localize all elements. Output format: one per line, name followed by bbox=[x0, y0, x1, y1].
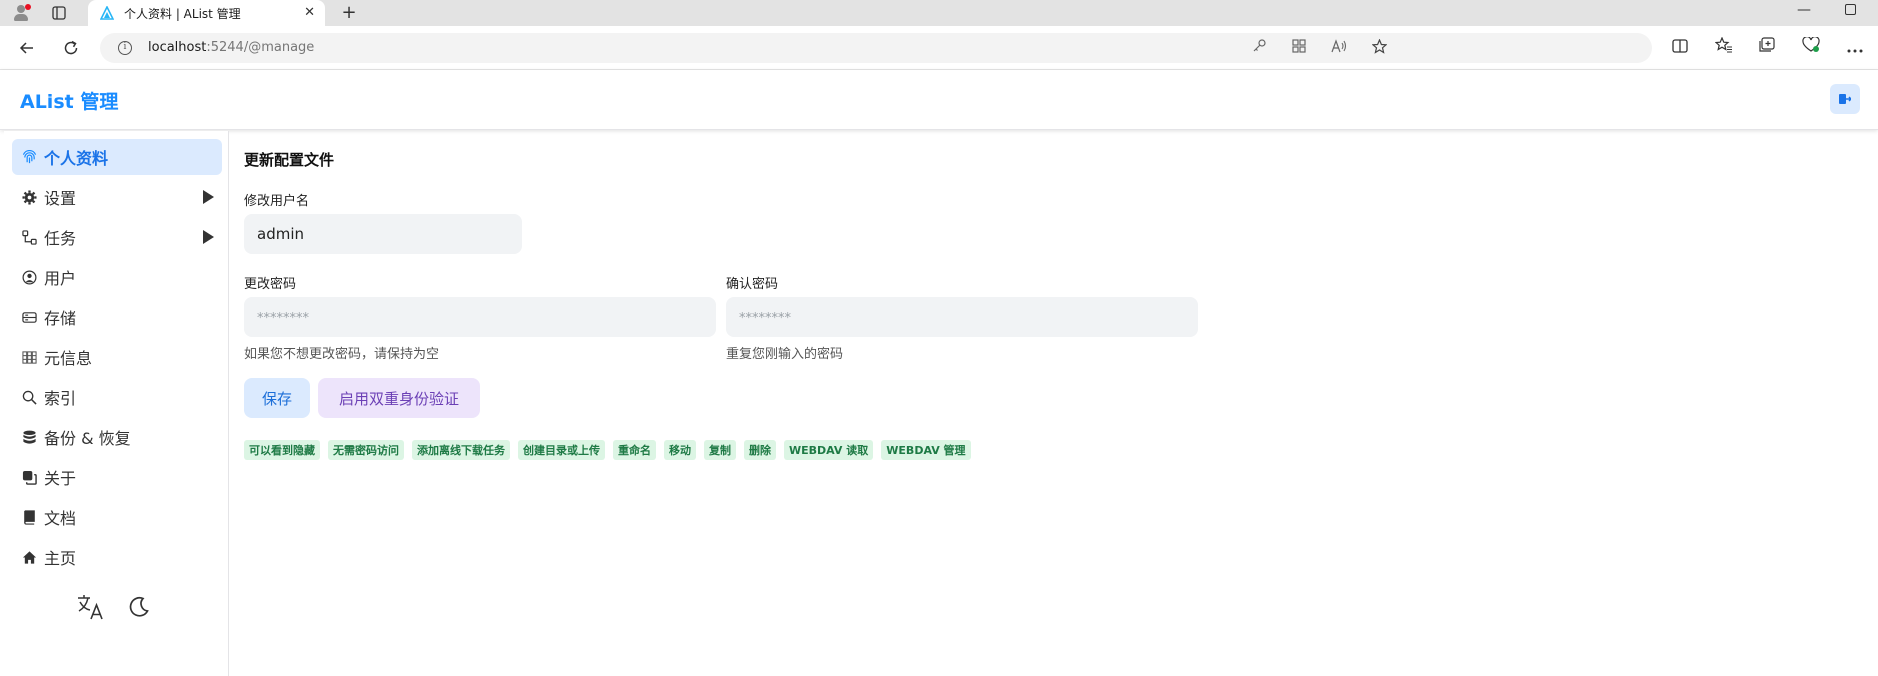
permission-tag: 创建目录或上传 bbox=[518, 440, 605, 460]
confirm-password-hint: 重复您刚输入的密码 bbox=[726, 347, 844, 362]
more-menu-icon[interactable] bbox=[1844, 37, 1866, 59]
password-input[interactable] bbox=[244, 297, 716, 337]
password-label: 更改密码 bbox=[244, 277, 297, 292]
database-icon bbox=[20, 428, 38, 446]
back-icon[interactable] bbox=[16, 37, 38, 59]
new-tab-button[interactable]: + bbox=[340, 4, 358, 22]
confirm-password-label: 确认密码 bbox=[726, 277, 779, 292]
permission-tag: 移动 bbox=[664, 440, 696, 460]
sidebar-item-backup-restore[interactable]: 备份 & 恢复 bbox=[12, 419, 222, 455]
tasks-icon bbox=[20, 228, 38, 246]
url-text[interactable]: localhost:5244/@manage bbox=[148, 40, 314, 55]
page-title: 更新配置文件 bbox=[244, 151, 335, 169]
sidebar-item-tasks[interactable]: 任务 bbox=[12, 219, 222, 255]
tab-close-icon[interactable]: ✕ bbox=[304, 6, 315, 20]
sidebar-item-label: 设置 bbox=[44, 189, 77, 208]
key-icon[interactable] bbox=[1250, 39, 1268, 57]
app-brand-title[interactable]: AList 管理 bbox=[20, 87, 118, 114]
permission-tag: WEBDAV 管理 bbox=[881, 440, 971, 460]
username-label: 修改用户名 bbox=[244, 194, 310, 209]
window-minimize-button[interactable]: — bbox=[1797, 2, 1811, 18]
app-header: AList 管理 bbox=[0, 70, 1878, 130]
browser-address-bar: i localhost:5244/@manage bbox=[0, 26, 1878, 70]
expand-caret-icon[interactable] bbox=[203, 190, 214, 204]
tab-actions-icon[interactable] bbox=[50, 4, 68, 22]
home-icon bbox=[20, 548, 38, 566]
enable-2fa-button[interactable]: 启用双重身份验证 bbox=[318, 378, 480, 418]
sidebar-item-label: 主页 bbox=[44, 549, 77, 568]
sidebar-footer bbox=[76, 592, 176, 622]
permission-tags: 可以看到隐藏 无需密码访问 添加离线下载任务 创建目录或上传 重命名 移动 复制… bbox=[244, 440, 971, 460]
profile-icon[interactable] bbox=[12, 4, 31, 22]
storage-icon bbox=[20, 308, 38, 326]
sidebar-item-storage[interactable]: 存储 bbox=[12, 299, 222, 335]
alist-logo-icon bbox=[100, 6, 114, 20]
sidebar: 个人资料 设置 任务 用户 存储 元信息 索引 备份 & 恢复 关于 文档 主页 bbox=[4, 131, 229, 676]
permission-tag: 删除 bbox=[744, 440, 776, 460]
permission-tag: 可以看到隐藏 bbox=[244, 440, 320, 460]
metadata-icon bbox=[20, 348, 38, 366]
sidebar-item-settings[interactable]: 设置 bbox=[12, 179, 222, 215]
sidebar-item-index[interactable]: 索引 bbox=[12, 379, 222, 415]
book-icon bbox=[20, 508, 38, 526]
password-hint: 如果您不想更改密码，请保持为空 bbox=[244, 347, 440, 362]
sidebar-item-label: 元信息 bbox=[44, 349, 93, 368]
window-maximize-button[interactable] bbox=[1845, 4, 1856, 15]
favorites-icon[interactable] bbox=[1713, 36, 1735, 59]
sidebar-item-label: 个人资料 bbox=[44, 149, 109, 168]
site-info-icon[interactable]: i bbox=[118, 41, 132, 55]
permission-tag: 无需密码访问 bbox=[328, 440, 404, 460]
permission-tag: WEBDAV 读取 bbox=[784, 440, 874, 460]
favorite-star-icon[interactable] bbox=[1370, 38, 1388, 57]
sidebar-item-docs[interactable]: 文档 bbox=[12, 499, 222, 535]
browser-tab-bar: 个人资料 | AList 管理 ✕ + — bbox=[0, 0, 1878, 26]
collections-icon[interactable] bbox=[1756, 37, 1778, 59]
translate-icon[interactable] bbox=[76, 592, 106, 622]
logout-button[interactable] bbox=[1830, 84, 1860, 114]
logout-icon bbox=[1839, 94, 1851, 104]
gear-icon bbox=[20, 188, 38, 206]
sidebar-item-label: 备份 & 恢复 bbox=[44, 429, 131, 448]
copy-icon bbox=[20, 468, 38, 486]
sidebar-item-label: 存储 bbox=[44, 309, 77, 328]
moon-icon[interactable] bbox=[124, 592, 154, 622]
browser-essentials-icon[interactable] bbox=[1800, 36, 1822, 59]
sidebar-item-label: 用户 bbox=[44, 269, 77, 288]
split-screen-icon[interactable] bbox=[1669, 37, 1691, 59]
fingerprint-icon bbox=[20, 148, 38, 166]
reload-icon[interactable] bbox=[60, 37, 82, 59]
permission-tag: 重命名 bbox=[613, 440, 656, 460]
browser-tab-active[interactable]: 个人资料 | AList 管理 ✕ bbox=[88, 0, 325, 26]
apps-icon[interactable] bbox=[1290, 39, 1308, 57]
permission-tag: 添加离线下载任务 bbox=[412, 440, 510, 460]
read-aloud-icon[interactable] bbox=[1330, 39, 1348, 57]
expand-caret-icon[interactable] bbox=[203, 230, 214, 244]
url-bar[interactable]: i localhost:5244/@manage bbox=[100, 33, 1652, 63]
sidebar-item-users[interactable]: 用户 bbox=[12, 259, 222, 295]
search-icon bbox=[20, 388, 38, 406]
username-input[interactable] bbox=[244, 214, 522, 254]
sidebar-item-label: 文档 bbox=[44, 509, 77, 528]
sidebar-item-home[interactable]: 主页 bbox=[12, 539, 222, 575]
permission-tag: 复制 bbox=[704, 440, 736, 460]
tab-title: 个人资料 | AList 管理 bbox=[124, 6, 241, 21]
user-circle-icon bbox=[20, 268, 38, 286]
sidebar-item-profile[interactable]: 个人资料 bbox=[12, 139, 222, 175]
sidebar-item-about[interactable]: 关于 bbox=[12, 459, 222, 495]
sidebar-item-label: 索引 bbox=[44, 389, 77, 408]
confirm-password-input[interactable] bbox=[726, 297, 1198, 337]
sidebar-item-metadata[interactable]: 元信息 bbox=[12, 339, 222, 375]
sidebar-item-label: 任务 bbox=[44, 229, 77, 248]
save-button[interactable]: 保存 bbox=[244, 378, 310, 418]
sidebar-item-label: 关于 bbox=[44, 469, 77, 488]
